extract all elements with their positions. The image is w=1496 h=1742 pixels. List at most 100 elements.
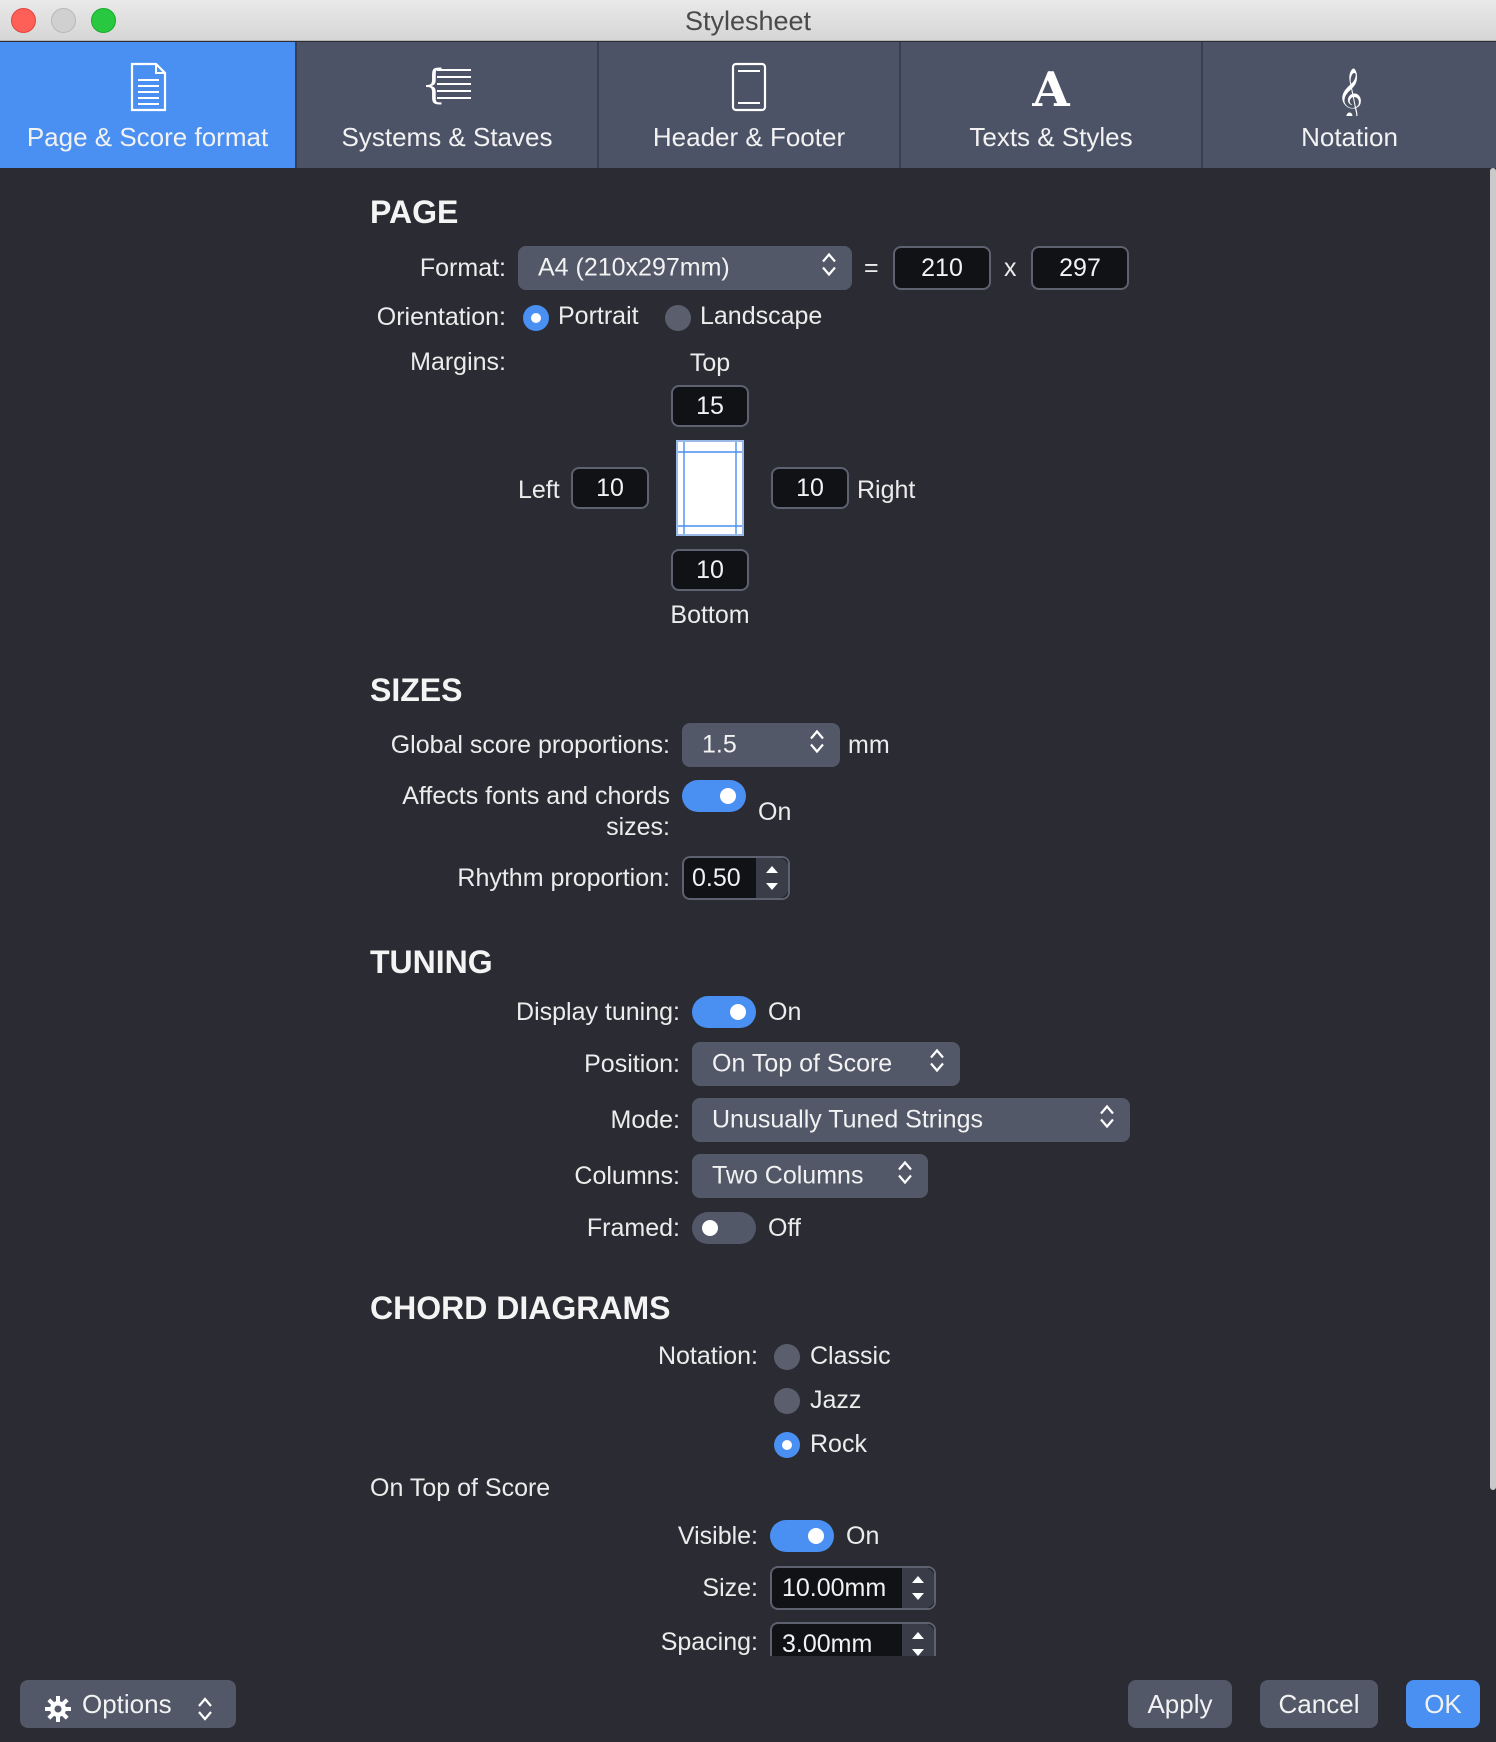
tab-label: Texts & Styles <box>969 122 1133 152</box>
margin-right-field[interactable]: 10 <box>771 467 849 509</box>
display-tuning-state: On <box>768 998 802 1026</box>
position-select[interactable]: On Top of Score <box>692 1042 960 1086</box>
margin-top-field[interactable]: 15 <box>671 385 749 427</box>
tab-notation[interactable]: 𝄞 Notation <box>1203 42 1496 168</box>
tab-header-footer[interactable]: Header & Footer <box>599 42 901 168</box>
visible-label: Visible: <box>677 1522 758 1550</box>
classic-radio[interactable] <box>774 1344 800 1370</box>
position-label: Position: <box>584 1050 680 1078</box>
landscape-radio[interactable] <box>665 305 691 331</box>
display-tuning-label: Display tuning: <box>516 998 680 1026</box>
chord-diagrams-heading: CHORD DIAGRAMS <box>370 1290 671 1326</box>
affects-fonts-toggle[interactable] <box>682 780 746 812</box>
visible-toggle[interactable] <box>770 1520 834 1552</box>
margin-bottom-label: Bottom <box>670 601 750 629</box>
window-title: Stylesheet <box>684 6 812 36</box>
margins-label: Margins: <box>410 348 506 376</box>
visible-state: On <box>846 1522 880 1550</box>
chevron-up-down-icon <box>196 1690 214 1738</box>
ok-button[interactable]: OK <box>1406 1680 1480 1728</box>
spacing-label: Spacing: <box>660 1628 758 1656</box>
page-margin-preview <box>676 440 744 536</box>
tab-texts-styles[interactable]: A Texts & Styles <box>901 42 1203 168</box>
rhythm-proportion-value: 0.50 <box>692 864 741 892</box>
tuning-heading: TUNING <box>370 944 493 980</box>
spacing-stepper[interactable] <box>902 1624 934 1656</box>
margin-right-label: Right <box>857 476 916 504</box>
global-proportions-select[interactable]: 1.5 <box>682 723 840 767</box>
tab-systems-staves[interactable]: { Systems & Staves <box>297 42 599 168</box>
equals-sign: = <box>864 254 879 282</box>
svg-text:A: A <box>1031 62 1070 112</box>
affects-fonts-label: Affects fonts and chords <box>402 782 670 810</box>
rock-radio[interactable] <box>774 1432 800 1458</box>
tab-label: Notation <box>1301 122 1398 152</box>
affects-fonts-state: On <box>758 798 792 826</box>
global-proportions-label: Global score proportions: <box>390 731 670 759</box>
jazz-radio[interactable] <box>774 1388 800 1414</box>
notation-label: Notation: <box>657 1342 758 1370</box>
tab-page-score-format[interactable]: Page & Score format <box>0 42 297 168</box>
columns-value: Two Columns <box>712 1161 864 1190</box>
apply-button[interactable]: Apply <box>1128 1680 1232 1728</box>
title-bar: Stylesheet <box>0 0 1496 41</box>
display-tuning-toggle[interactable] <box>692 996 756 1028</box>
portrait-label: Portrait <box>558 302 639 330</box>
stylesheet-content: PAGE Format: A4 (210x297mm) = 210 x 297 … <box>0 168 1490 1656</box>
framed-state: Off <box>768 1214 801 1242</box>
global-proportions-value: 1.5 <box>702 730 737 759</box>
rock-label: Rock <box>810 1430 867 1458</box>
rhythm-proportion-stepper[interactable] <box>756 858 788 898</box>
jazz-label: Jazz <box>810 1386 862 1414</box>
gear-icon <box>44 1690 72 1738</box>
size-value: 10.00mm <box>782 1574 887 1602</box>
format-label: Format: <box>419 254 506 282</box>
chevron-up-down-icon <box>820 251 838 286</box>
tab-bar: Page & Score format { Systems & Staves H… <box>0 42 1496 168</box>
sizes-heading: SIZES <box>370 672 463 708</box>
margin-left-label: Left <box>518 476 560 504</box>
global-proportions-unit: mm <box>848 731 890 759</box>
chevron-up-down-icon <box>896 1159 914 1194</box>
position-value: On Top of Score <box>712 1049 893 1078</box>
chevron-up-down-icon <box>808 728 826 763</box>
tab-label: Page & Score format <box>26 122 269 152</box>
mode-value: Unusually Tuned Strings <box>712 1105 983 1134</box>
columns-select[interactable]: Two Columns <box>692 1154 928 1198</box>
cancel-button[interactable]: Cancel <box>1260 1680 1378 1728</box>
format-value: A4 (210x297mm) <box>538 253 730 282</box>
landscape-label: Landscape <box>700 302 823 330</box>
page-heading: PAGE <box>370 194 459 230</box>
size-label: Size: <box>702 1574 758 1602</box>
header-footer-icon <box>729 62 769 117</box>
margin-bottom-field[interactable]: 10 <box>671 549 749 591</box>
affects-fonts-label-cont: sizes: <box>606 813 670 841</box>
margin-top-label: Top <box>689 349 731 377</box>
mode-label: Mode: <box>610 1106 680 1134</box>
framed-toggle[interactable] <box>692 1212 756 1244</box>
mode-select[interactable]: Unusually Tuned Strings <box>692 1098 1130 1142</box>
framed-label: Framed: <box>586 1214 680 1242</box>
text-styles-icon: A <box>1029 62 1073 118</box>
page-height-field[interactable]: 297 <box>1031 246 1129 290</box>
spacing-value: 3.00mm <box>782 1630 873 1656</box>
margin-left-field[interactable]: 10 <box>571 467 649 509</box>
size-stepper[interactable] <box>902 1568 934 1608</box>
portrait-radio[interactable] <box>523 305 549 331</box>
times-sign: x <box>1004 254 1017 282</box>
orientation-label: Orientation: <box>376 303 506 331</box>
tab-label: Header & Footer <box>652 122 846 152</box>
svg-text:𝄞: 𝄞 <box>1336 68 1362 116</box>
chevron-up-down-icon <box>928 1047 946 1082</box>
options-label: Options <box>82 1689 172 1719</box>
tab-label: Systems & Staves <box>341 122 553 152</box>
page-width-field[interactable]: 210 <box>893 246 991 290</box>
options-button[interactable]: Options <box>20 1680 236 1728</box>
chevron-up-down-icon <box>1098 1103 1116 1138</box>
on-top-of-score-subheading: On Top of Score <box>370 1474 551 1502</box>
classic-label: Classic <box>810 1342 891 1370</box>
page-icon <box>128 62 168 117</box>
vertical-scrollbar[interactable] <box>1490 168 1496 1490</box>
columns-label: Columns: <box>574 1162 680 1190</box>
format-select[interactable]: A4 (210x297mm) <box>518 246 852 290</box>
